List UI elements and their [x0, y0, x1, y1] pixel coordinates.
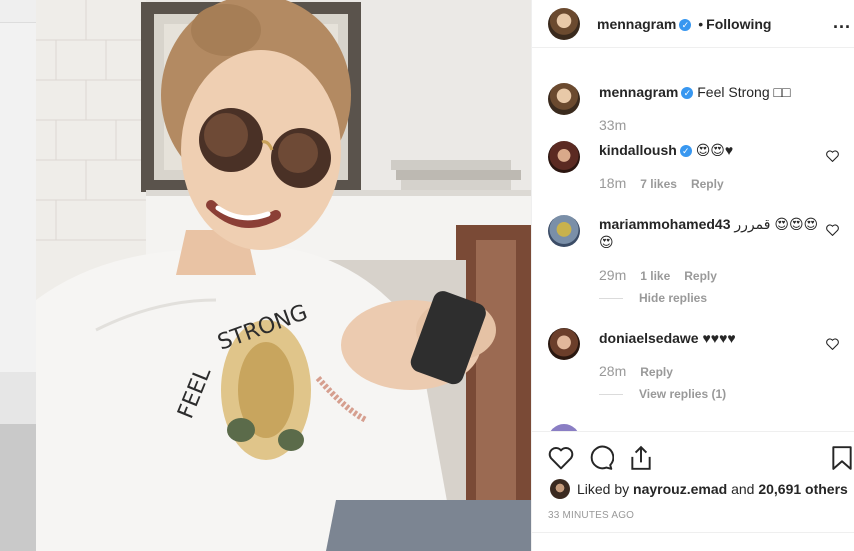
- comment-time[interactable]: 29m: [599, 267, 626, 283]
- heart-icon[interactable]: [826, 224, 839, 236]
- comment-text: 😍😍♥: [695, 142, 734, 158]
- comment-meta: 18m 7 likes Reply: [599, 175, 724, 191]
- comment-username[interactable]: doniaelsedawe: [599, 330, 699, 346]
- post-side-panel: mennagram ✓ • Following ... mennagram ✓ Fee…: [531, 0, 854, 551]
- comment-time[interactable]: 28m: [599, 363, 626, 379]
- comment-likes[interactable]: 7 likes: [640, 177, 677, 191]
- reply-button[interactable]: Reply: [691, 177, 724, 191]
- comment-avatar[interactable]: [548, 215, 580, 247]
- reply-button[interactable]: Reply: [684, 269, 717, 283]
- comment-avatar[interactable]: [548, 141, 580, 173]
- verified-icon: ✓: [679, 145, 692, 157]
- comment: mariammohamed43 قمررر 😍😍😍: [599, 215, 818, 233]
- likes-and: and: [731, 481, 755, 497]
- comment-text-continued: 😍: [599, 234, 614, 250]
- comment-time[interactable]: 33m: [599, 117, 626, 133]
- caption-meta: 33m: [599, 117, 626, 133]
- comment-likes[interactable]: 1 like: [640, 269, 670, 283]
- post-image: FEEL STRONG: [36, 0, 531, 551]
- comment-meta: 28m Reply: [599, 363, 673, 379]
- comment: kindalloush ✓ 😍😍♥: [599, 141, 733, 159]
- separator-dot: •: [698, 16, 704, 32]
- reply-button[interactable]: Reply: [640, 365, 673, 379]
- verified-icon: ✓: [679, 19, 692, 31]
- verified-icon: ✓: [681, 87, 694, 99]
- liker-avatar[interactable]: [550, 479, 570, 499]
- author-avatar[interactable]: [548, 8, 580, 40]
- replies-label: View replies (1): [639, 387, 727, 401]
- author-line: mennagram ✓ • Following: [597, 16, 771, 32]
- share-icon[interactable]: [628, 445, 654, 471]
- caption-username[interactable]: mennagram: [599, 84, 678, 100]
- likes-summary: Liked by nayrouz.emad and 20,691 others: [577, 481, 848, 497]
- likes-prefix: Liked by: [577, 481, 630, 497]
- comment-meta: 29m 1 like Reply: [599, 267, 717, 283]
- comment: doniaelsedawe ♥♥♥♥: [599, 329, 736, 347]
- comments-list[interactable]: mennagram ✓ Feel Strong □□ 33m kindallous…: [532, 49, 854, 431]
- comment-text: ♥♥♥♥: [702, 330, 736, 346]
- heart-icon[interactable]: [548, 445, 574, 471]
- liker-username[interactable]: nayrouz.emad: [633, 481, 727, 497]
- add-comment-bar[interactable]: [532, 532, 854, 551]
- hide-replies-button[interactable]: Hide replies: [599, 291, 707, 305]
- comment-text: قمررر 😍😍😍: [734, 216, 819, 232]
- bookmark-icon[interactable]: [829, 445, 854, 471]
- post-photo[interactable]: FEEL STRONG: [36, 0, 531, 551]
- caption: mennagram ✓ Feel Strong □□: [599, 83, 790, 101]
- more-icon[interactable]: ...: [833, 12, 851, 33]
- comment-avatar[interactable]: [548, 424, 580, 431]
- comment-icon[interactable]: [588, 445, 614, 471]
- comment-avatar[interactable]: [548, 328, 580, 360]
- heart-icon[interactable]: [826, 338, 839, 350]
- replies-label: Hide replies: [639, 291, 708, 305]
- heart-icon[interactable]: [826, 150, 839, 162]
- post-header: mennagram ✓ • Following ...: [532, 0, 854, 48]
- view-replies-button[interactable]: View replies (1): [599, 387, 726, 401]
- comment-username[interactable]: mariammohamed43: [599, 216, 731, 232]
- background-strip: [0, 0, 36, 551]
- following-button[interactable]: Following: [706, 16, 771, 32]
- comment-time[interactable]: 18m: [599, 175, 626, 191]
- caption-avatar[interactable]: [548, 83, 580, 115]
- replies-divider: [599, 298, 623, 300]
- caption-text: Feel Strong □□: [697, 84, 791, 100]
- author-username[interactable]: mennagram: [597, 16, 676, 32]
- comment-username[interactable]: kindalloush: [599, 142, 677, 158]
- likes-count[interactable]: 20,691 others: [758, 481, 848, 497]
- post-actions: Liked by nayrouz.emad and 20,691 others …: [532, 431, 854, 551]
- post-timestamp[interactable]: 33 MINUTES AGO: [548, 510, 634, 521]
- replies-divider: [599, 394, 623, 396]
